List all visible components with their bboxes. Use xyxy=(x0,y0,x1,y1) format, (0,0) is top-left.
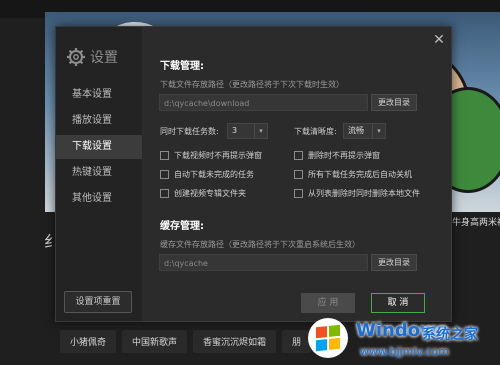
option-label: 下载视频时不再提示弹窗 xyxy=(174,151,262,160)
checkbox[interactable] xyxy=(160,189,169,198)
quality-label: 下载清晰度: xyxy=(294,127,337,136)
cache-path-field[interactable]: d:\qycache xyxy=(159,254,368,271)
background-caption[interactable]: 牛身高两米被 xyxy=(452,215,500,228)
chevron-down-icon: ▾ xyxy=(254,124,267,138)
quality-select[interactable]: 流畅 ▾ xyxy=(343,123,386,139)
settings-title-text: 设置 xyxy=(90,50,118,66)
option-auto-shutdown[interactable]: 所有下载任务完成后自动关机 xyxy=(294,169,412,180)
option-label: 删除时不再提示弹窗 xyxy=(308,151,380,160)
checkbox[interactable] xyxy=(160,151,169,160)
background-tag[interactable]: 小猪佩奇 xyxy=(60,330,117,353)
download-path-field[interactable]: d:\qycache\download xyxy=(159,94,368,111)
reset-settings-button[interactable]: 设置项重置 xyxy=(64,291,132,313)
quality-select-value: 流畅 xyxy=(348,126,364,135)
close-icon[interactable]: ✕ xyxy=(432,33,446,47)
gear-icon xyxy=(67,48,85,66)
option-album-folder[interactable]: 创建视频专辑文件夹 xyxy=(160,188,246,199)
sidebar-item-download[interactable]: 下载设置 xyxy=(56,135,142,159)
sidebar-item-other[interactable]: 其他设置 xyxy=(56,187,142,211)
sidebar-item-playback[interactable]: 播放设置 xyxy=(56,109,142,133)
checkbox[interactable] xyxy=(294,151,303,160)
option-delete-local-files[interactable]: 从列表删除时同时删除本地文件 xyxy=(294,188,420,199)
background-tag[interactable]: 中国新歌声 xyxy=(122,330,188,353)
option-no-delete-popup[interactable]: 删除时不再提示弹窗 xyxy=(294,150,380,161)
checkbox[interactable] xyxy=(160,170,169,179)
download-path-hint: 下载文件存放路径（更改路径将于下次下载时生效） xyxy=(160,80,344,89)
background-tag[interactable]: 香蜜沉沉烬如霜 xyxy=(193,330,277,353)
windows-flag-icon xyxy=(316,324,340,352)
chevron-down-icon: ▾ xyxy=(372,124,385,138)
option-label: 创建视频专辑文件夹 xyxy=(174,189,246,198)
option-label: 所有下载任务完成后自动关机 xyxy=(308,170,412,179)
option-auto-resume[interactable]: 自动下载未完成的任务 xyxy=(160,169,254,180)
watermark-url: www.bjjmlv.com xyxy=(360,345,449,358)
sidebar-item-basic[interactable]: 基本设置 xyxy=(56,83,142,107)
cache-change-dir-button[interactable]: 更改目录 xyxy=(371,254,417,271)
watermark-suffix: 系统之家 xyxy=(422,327,478,343)
tasks-select-value: 3 xyxy=(232,126,238,135)
settings-dialog: 设置 基本设置 播放设置 下载设置 热键设置 其他设置 设置项重置 ✕ 下载管理… xyxy=(55,26,452,322)
background-tag-list: 小猪佩奇 中国新歌声 香蜜沉沉烬如霜 朋 xyxy=(60,330,312,353)
checkbox[interactable] xyxy=(294,189,303,198)
option-label: 自动下载未完成的任务 xyxy=(174,170,254,179)
tasks-select[interactable]: 3 ▾ xyxy=(227,123,268,139)
cache-section-title: 缓存管理: xyxy=(160,221,204,232)
watermark: Windows 系统之家 www.bjjmlv.com xyxy=(300,310,500,365)
checkbox[interactable] xyxy=(294,170,303,179)
option-label: 从列表删除时同时删除本地文件 xyxy=(308,189,420,198)
settings-sidebar: 设置 基本设置 播放设置 下载设置 热键设置 其他设置 设置项重置 xyxy=(56,27,142,321)
download-section-title: 下载管理: xyxy=(160,61,204,72)
settings-title: 设置 xyxy=(66,47,118,67)
option-no-download-popup[interactable]: 下载视频时不再提示弹窗 xyxy=(160,150,262,161)
cache-path-hint: 缓存文件存放路径（更改路径将于下次重启系统后生效） xyxy=(160,240,360,249)
sidebar-item-hotkey[interactable]: 热键设置 xyxy=(56,161,142,185)
tasks-label: 同时下载任务数: xyxy=(160,127,219,136)
download-change-dir-button[interactable]: 更改目录 xyxy=(371,94,417,111)
